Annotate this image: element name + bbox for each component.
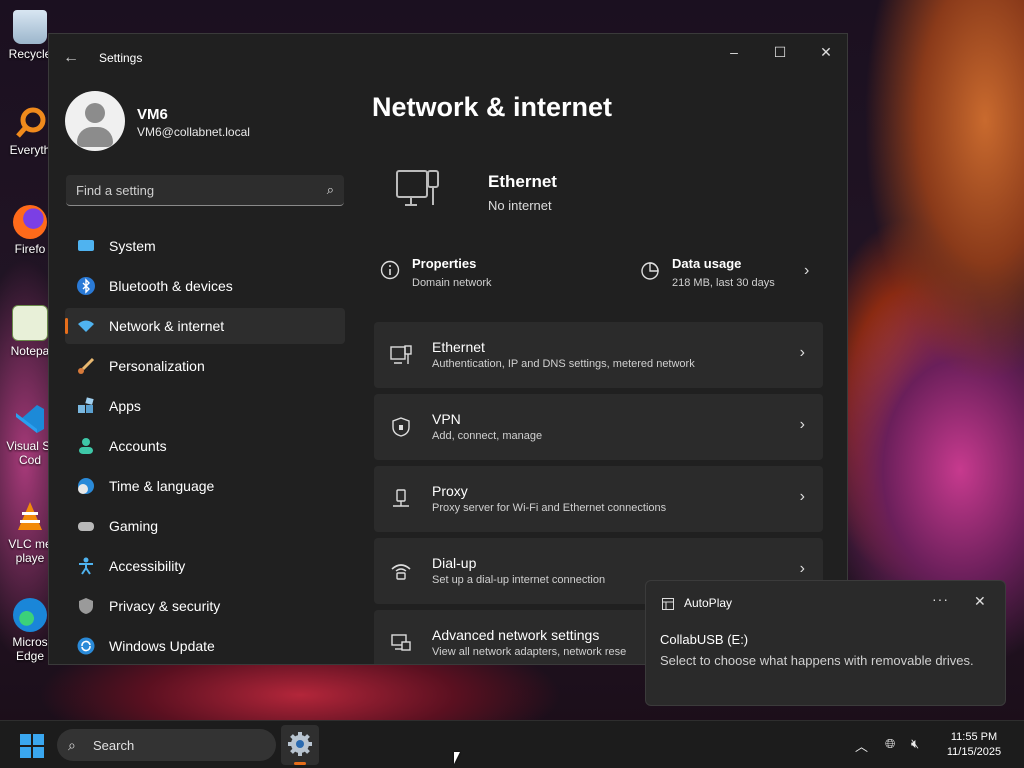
accounts-icon (77, 437, 95, 455)
taskbar-search[interactable]: ⌕ Search (57, 729, 276, 761)
profile-name: VM6 (137, 106, 168, 123)
card-ethernet[interactable]: Ethernet Authentication, IP and DNS sett… (374, 322, 823, 388)
network-adapter-icon (390, 632, 412, 654)
brush-icon (77, 357, 95, 375)
avatar[interactable] (65, 91, 125, 151)
sidebar-item-system[interactable]: System (65, 228, 345, 264)
sidebar-item-gaming[interactable]: Gaming (65, 508, 345, 544)
accessibility-icon (77, 557, 95, 575)
card-proxy[interactable]: Proxy Proxy server for Wi-Fi and Etherne… (374, 466, 823, 532)
network-globe-icon[interactable]: 🌐︎ (885, 736, 895, 752)
search-input[interactable]: Find a setting ⌕ (66, 175, 344, 206)
taskbar: ⌕ Search ︿ 🌐︎ 🔇︎ 11:55 PM 11/15/2025 (0, 720, 1024, 768)
search-icon: ⌕ (68, 737, 76, 753)
tray-overflow-chevron-icon[interactable]: ︿ (855, 736, 868, 755)
page-title: Network & internet (372, 92, 613, 122)
recycle-bin-icon (13, 10, 47, 44)
autoplay-icon (662, 597, 674, 610)
settings-window: ← Settings – ☐ ✕ VM6 VM6@collabnet.local… (48, 33, 848, 665)
sidebar-item-time-language[interactable]: Time & language (65, 468, 345, 504)
update-icon (77, 637, 95, 655)
maximize-button[interactable]: ☐ (757, 38, 803, 66)
info-icon (380, 260, 400, 280)
sidebar-item-bluetooth[interactable]: Bluetooth & devices (65, 268, 345, 304)
pie-chart-icon (640, 260, 660, 280)
ethernet-icon (390, 344, 412, 366)
gear-icon (288, 732, 312, 756)
sidebar-item-accessibility[interactable]: Accessibility (65, 548, 345, 584)
notification-app-name: AutoPlay (684, 596, 733, 610)
profile-email: VM6@collabnet.local (137, 125, 250, 139)
proxy-icon (390, 488, 412, 510)
active-indicator (294, 762, 306, 765)
gamepad-icon (77, 517, 95, 535)
vlc-icon (13, 500, 47, 534)
card-vpn[interactable]: VPN Add, connect, manage › (374, 394, 823, 460)
start-button[interactable] (20, 734, 44, 758)
properties-link[interactable]: Properties Domain network (380, 252, 600, 296)
search-icon: ⌕ (326, 182, 334, 197)
clock-time: 11:55 PM (950, 731, 998, 743)
hero-connection-name: Ethernet (488, 172, 557, 191)
firefox-icon (13, 205, 47, 239)
sidebar-item-network[interactable]: Network & internet (65, 308, 345, 344)
chevron-right-icon: › (799, 344, 805, 361)
everything-search-icon (13, 106, 47, 140)
bluetooth-icon (77, 277, 95, 295)
more-options-button[interactable]: ··· (932, 591, 949, 607)
title-bar[interactable]: ← Settings – ☐ ✕ (49, 34, 847, 80)
clock-date: 11/15/2025 (946, 746, 1002, 758)
notepad-icon (12, 305, 48, 341)
volume-muted-icon[interactable]: 🔇︎ (911, 736, 919, 752)
sidebar-item-windows-update[interactable]: Windows Update (65, 628, 345, 664)
vpn-shield-icon (390, 416, 412, 438)
globe-clock-icon (77, 477, 95, 495)
system-icon (77, 237, 95, 255)
minimize-button[interactable]: – (711, 38, 757, 66)
shield-icon (77, 597, 95, 615)
sidebar-nav: System Bluetooth & devices Network & int… (65, 228, 345, 664)
notification-body: Select to choose what happens with remov… (660, 653, 974, 668)
edge-icon (13, 598, 47, 632)
taskbar-clock[interactable]: 11:55 PM 11/15/2025 (940, 730, 1008, 760)
ethernet-hero-icon (395, 167, 443, 215)
chevron-right-icon: › (799, 488, 805, 505)
chevron-right-icon: › (799, 560, 805, 577)
mouse-cursor-icon (454, 752, 460, 764)
chevron-right-icon: › (804, 262, 810, 279)
sidebar-item-accounts[interactable]: Accounts (65, 428, 345, 464)
apps-icon (77, 397, 95, 415)
avatar-head (85, 103, 105, 123)
vscode-icon (13, 402, 47, 436)
wifi-icon (77, 317, 95, 335)
notification-title: CollabUSB (E:) (660, 632, 749, 647)
chevron-right-icon: › (799, 416, 805, 433)
windows-logo-icon (20, 734, 44, 758)
dialup-icon (390, 560, 412, 582)
notification-close-button[interactable]: ✕ (974, 593, 986, 610)
autoplay-notification[interactable]: AutoPlay ··· ✕ CollabUSB (E:) Select to … (645, 580, 1006, 706)
sidebar-item-apps[interactable]: Apps (65, 388, 345, 424)
window-title: Settings (99, 51, 143, 65)
taskbar-settings-app[interactable] (281, 725, 319, 765)
sidebar-item-personalization[interactable]: Personalization (65, 348, 345, 384)
back-arrow-icon[interactable]: ← (63, 48, 83, 68)
close-button[interactable]: ✕ (803, 38, 847, 66)
avatar-body (77, 127, 113, 147)
search-placeholder: Find a setting (76, 183, 155, 198)
hero-connection-status: No internet (488, 198, 552, 213)
sidebar-item-privacy[interactable]: Privacy & security (65, 588, 345, 624)
data-usage-link[interactable]: Data usage 218 MB, last 30 days › (640, 252, 820, 296)
